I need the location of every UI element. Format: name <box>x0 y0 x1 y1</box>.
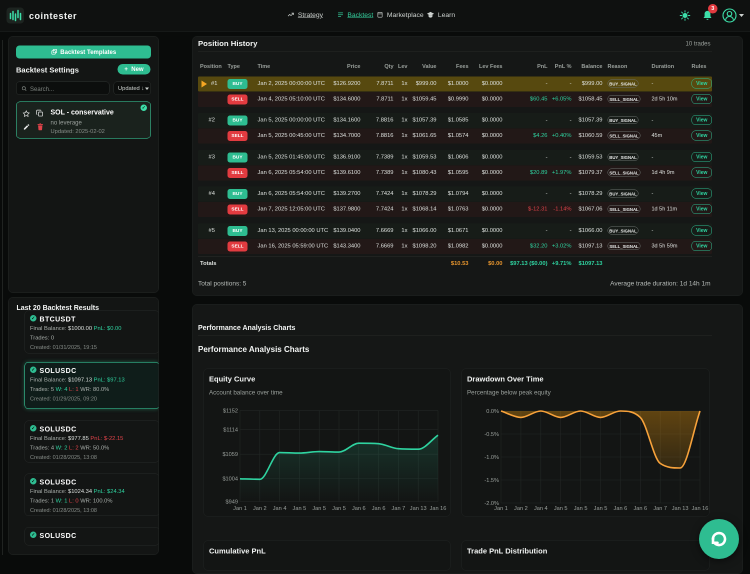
svg-text:Jan 7: Jan 7 <box>653 506 667 512</box>
svg-text:Jan 2: Jan 2 <box>253 506 267 512</box>
svg-text:0.0%: 0.0% <box>486 409 499 415</box>
svg-text:$949: $949 <box>226 500 238 506</box>
svg-text:-1.0%: -1.0% <box>484 455 499 461</box>
svg-text:Jan 2: Jan 2 <box>514 506 528 512</box>
svg-text:Jan 16: Jan 16 <box>692 506 709 512</box>
svg-text:Jan 16: Jan 16 <box>430 506 447 512</box>
svg-text:Jan 13: Jan 13 <box>672 506 689 512</box>
svg-text:Jan 6: Jan 6 <box>372 506 386 512</box>
svg-text:Jan 5: Jan 5 <box>574 506 588 512</box>
svg-text:Jan 7: Jan 7 <box>392 506 406 512</box>
svg-text:Jan 6: Jan 6 <box>633 506 647 512</box>
svg-text:Jan 1: Jan 1 <box>233 506 247 512</box>
svg-text:Jan 5: Jan 5 <box>554 506 568 512</box>
svg-text:Jan 1: Jan 1 <box>494 506 508 512</box>
svg-text:-0.5%: -0.5% <box>484 432 499 438</box>
svg-text:$1059: $1059 <box>222 452 238 458</box>
svg-text:-1.5%: -1.5% <box>484 478 499 484</box>
svg-text:$1152: $1152 <box>223 409 238 415</box>
svg-text:Jan 6: Jan 6 <box>614 506 628 512</box>
svg-text:$1114: $1114 <box>223 427 238 433</box>
svg-text:$1004: $1004 <box>222 477 238 483</box>
svg-text:Jan 4: Jan 4 <box>534 506 548 512</box>
svg-text:Jan 5: Jan 5 <box>594 506 608 512</box>
svg-text:Jan 5: Jan 5 <box>312 506 326 512</box>
svg-text:Jan 5: Jan 5 <box>293 506 307 512</box>
svg-text:Jan 6: Jan 6 <box>352 506 366 512</box>
svg-text:Jan 5: Jan 5 <box>332 506 346 512</box>
svg-text:Jan 4: Jan 4 <box>273 506 287 512</box>
svg-text:Jan 13: Jan 13 <box>410 506 427 512</box>
